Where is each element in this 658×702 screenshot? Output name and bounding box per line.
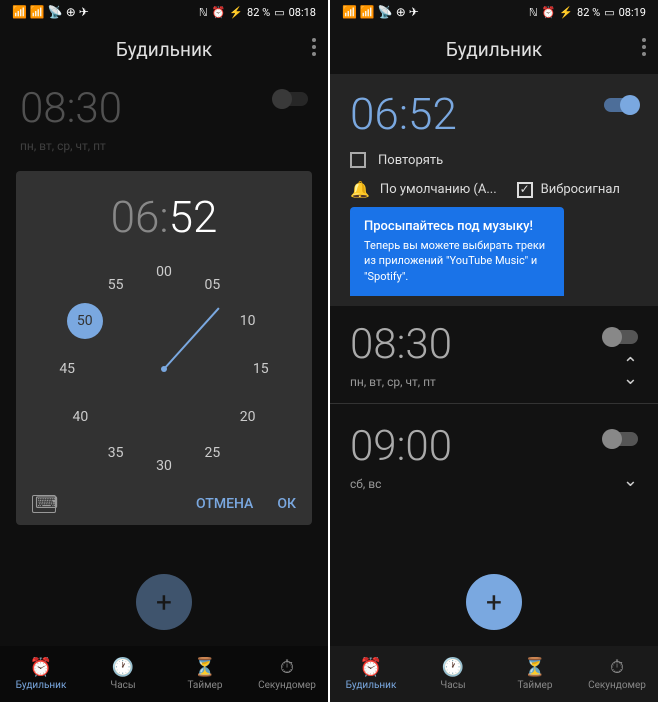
status-icons-right: ℕ⏰⚡ 82 % ▭ 08:18 <box>199 6 316 19</box>
alarm-toggle[interactable] <box>604 98 638 112</box>
stopwatch-icon: ⏱ <box>280 657 294 678</box>
clock-num-10[interactable]: 10 <box>240 313 256 329</box>
alarm-toggle[interactable] <box>274 92 308 106</box>
clock-num-30[interactable]: 30 <box>156 458 172 474</box>
bell-icon: 🔔 <box>350 180 370 199</box>
stopwatch-icon: ⏱ <box>610 657 624 678</box>
clock-num-25[interactable]: 25 <box>205 445 221 461</box>
clock-hand <box>163 307 219 369</box>
repeat-label: Повторять <box>378 153 443 168</box>
clock-icon: 🕐 <box>442 657 464 678</box>
battery-pct: 82 % <box>577 6 600 19</box>
repeat-row[interactable]: Повторять <box>350 152 638 168</box>
nav-clock[interactable]: 🕐Часы <box>412 646 494 702</box>
alarm-dimmed: 08:30 пн, вт, ср, чт, пт <box>0 74 328 163</box>
bottom-nav: ⏰Будильник 🕐Часы ⏳Таймер ⏱Секундомер <box>330 646 658 702</box>
nav-alarm[interactable]: ⏰Будильник <box>330 646 412 702</box>
alarm-time: 09:00 <box>350 422 638 471</box>
alarm-time: 08:30 <box>20 84 308 133</box>
sound-label: По умолчанию (A... <box>380 182 497 197</box>
battery-pct: 82 % <box>247 6 270 19</box>
tooltip-title: Просыпайтесь под музыку! <box>364 219 550 234</box>
timer-icon: ⏳ <box>524 657 546 678</box>
header: Будильник <box>330 24 658 74</box>
clock-face[interactable]: 00 05 10 15 20 25 30 35 40 45 50 55 <box>54 259 274 479</box>
alarm-time: 08:30 <box>350 320 638 369</box>
clock-num-00[interactable]: 00 <box>156 264 172 280</box>
header: Будильник <box>0 24 328 74</box>
picker-hour[interactable]: 06 <box>111 191 160 243</box>
timer-icon: ⏳ <box>194 657 216 678</box>
alarm-days: сб, вс <box>350 477 638 491</box>
phone-right: 📶 📶 📡 ⊕ ✈ ℕ⏰⚡ 82 % ▭ 08:19 Будильник 06:… <box>330 0 658 702</box>
cancel-button[interactable]: ОТМЕНА <box>196 496 253 512</box>
status-icons-left: 📶 📶 📡 ⊕ ✈ <box>12 5 89 19</box>
status-bar: 📶 📶 📡 ⊕ ✈ ℕ⏰⚡ 82 % ▭ 08:18 <box>0 0 328 24</box>
nav-timer[interactable]: ⏳Таймер <box>164 646 246 702</box>
menu-icon[interactable] <box>642 38 646 56</box>
nav-stopwatch[interactable]: ⏱Секундомер <box>246 646 328 702</box>
keyboard-icon[interactable] <box>32 495 56 513</box>
feature-tooltip: Просыпайтесь под музыку! Теперь вы может… <box>350 207 564 296</box>
phone-left: 📶 📶 📡 ⊕ ✈ ℕ⏰⚡ 82 % ▭ 08:18 Будильник 08:… <box>0 0 328 702</box>
picker-time-display[interactable]: 06:52 <box>32 191 296 243</box>
expand-icon[interactable]: ⌄ <box>623 368 638 389</box>
clock-icon: 🕐 <box>112 657 134 678</box>
repeat-checkbox[interactable] <box>350 152 366 168</box>
fab-add-alarm[interactable]: + <box>136 574 192 630</box>
nav-stopwatch[interactable]: ⏱Секундомер <box>576 646 658 702</box>
fab-add-alarm[interactable]: + <box>466 574 522 630</box>
ok-button[interactable]: ОК <box>277 496 296 512</box>
clock-num-15[interactable]: 15 <box>253 361 269 377</box>
vibrate-checkbox[interactable] <box>517 182 533 198</box>
clock-num-40[interactable]: 40 <box>73 409 89 425</box>
status-time: 08:19 <box>619 6 646 19</box>
alarm-card-expanded: 06:52 Повторять 🔔 По умолчанию (A... Виб… <box>330 74 658 306</box>
alarm-icon: ⏰ <box>30 657 52 678</box>
separator <box>330 403 658 404</box>
alarm-card-3[interactable]: 09:00 сб, вс ⌄ <box>330 408 658 501</box>
alarm-days: пн, вт, ср, чт, пт <box>20 139 308 153</box>
alarm-toggle[interactable] <box>604 432 638 446</box>
clock-num-35[interactable]: 35 <box>108 445 124 461</box>
alarm-card-2[interactable]: 08:30 пн, вт, ср, чт, пт ⌄ <box>330 306 658 399</box>
status-icons-left: 📶 📶 📡 ⊕ ✈ <box>342 5 419 19</box>
sound-row[interactable]: 🔔 По умолчанию (A... <box>350 180 497 199</box>
vibrate-row[interactable]: Вибросигнал <box>517 182 620 198</box>
clock-num-45[interactable]: 45 <box>59 361 75 377</box>
nav-timer[interactable]: ⏳Таймер <box>494 646 576 702</box>
clock-num-05[interactable]: 05 <box>205 277 221 293</box>
vibrate-label: Вибросигнал <box>541 182 620 197</box>
status-icons-right: ℕ⏰⚡ 82 % ▭ 08:19 <box>529 6 646 19</box>
clock-num-55[interactable]: 55 <box>108 277 124 293</box>
bottom-nav: ⏰Будильник 🕐Часы ⏳Таймер ⏱Секундомер <box>0 646 328 702</box>
alarm-icon: ⏰ <box>360 657 382 678</box>
nav-alarm[interactable]: ⏰Будильник <box>0 646 82 702</box>
clock-num-20[interactable]: 20 <box>240 409 256 425</box>
picker-minute[interactable]: 52 <box>169 191 218 243</box>
clock-num-50-selected[interactable]: 50 <box>67 303 103 339</box>
page-title: Будильник <box>446 38 542 61</box>
nav-clock[interactable]: 🕐Часы <box>82 646 164 702</box>
page-title: Будильник <box>116 38 212 61</box>
alarm-days: пн, вт, ср, чт, пт <box>350 375 638 389</box>
tooltip-text: Теперь вы можете выбирать треки из прило… <box>364 238 550 284</box>
alarm-toggle[interactable] <box>604 330 638 344</box>
status-time: 08:18 <box>289 6 316 19</box>
status-bar: 📶 📶 📡 ⊕ ✈ ℕ⏰⚡ 82 % ▭ 08:19 <box>330 0 658 24</box>
time-picker: 06:52 00 05 10 15 20 25 30 35 40 45 50 5… <box>16 171 312 525</box>
alarm-time[interactable]: 06:52 <box>350 88 638 140</box>
menu-icon[interactable] <box>312 38 316 56</box>
expand-icon[interactable]: ⌄ <box>623 470 638 491</box>
